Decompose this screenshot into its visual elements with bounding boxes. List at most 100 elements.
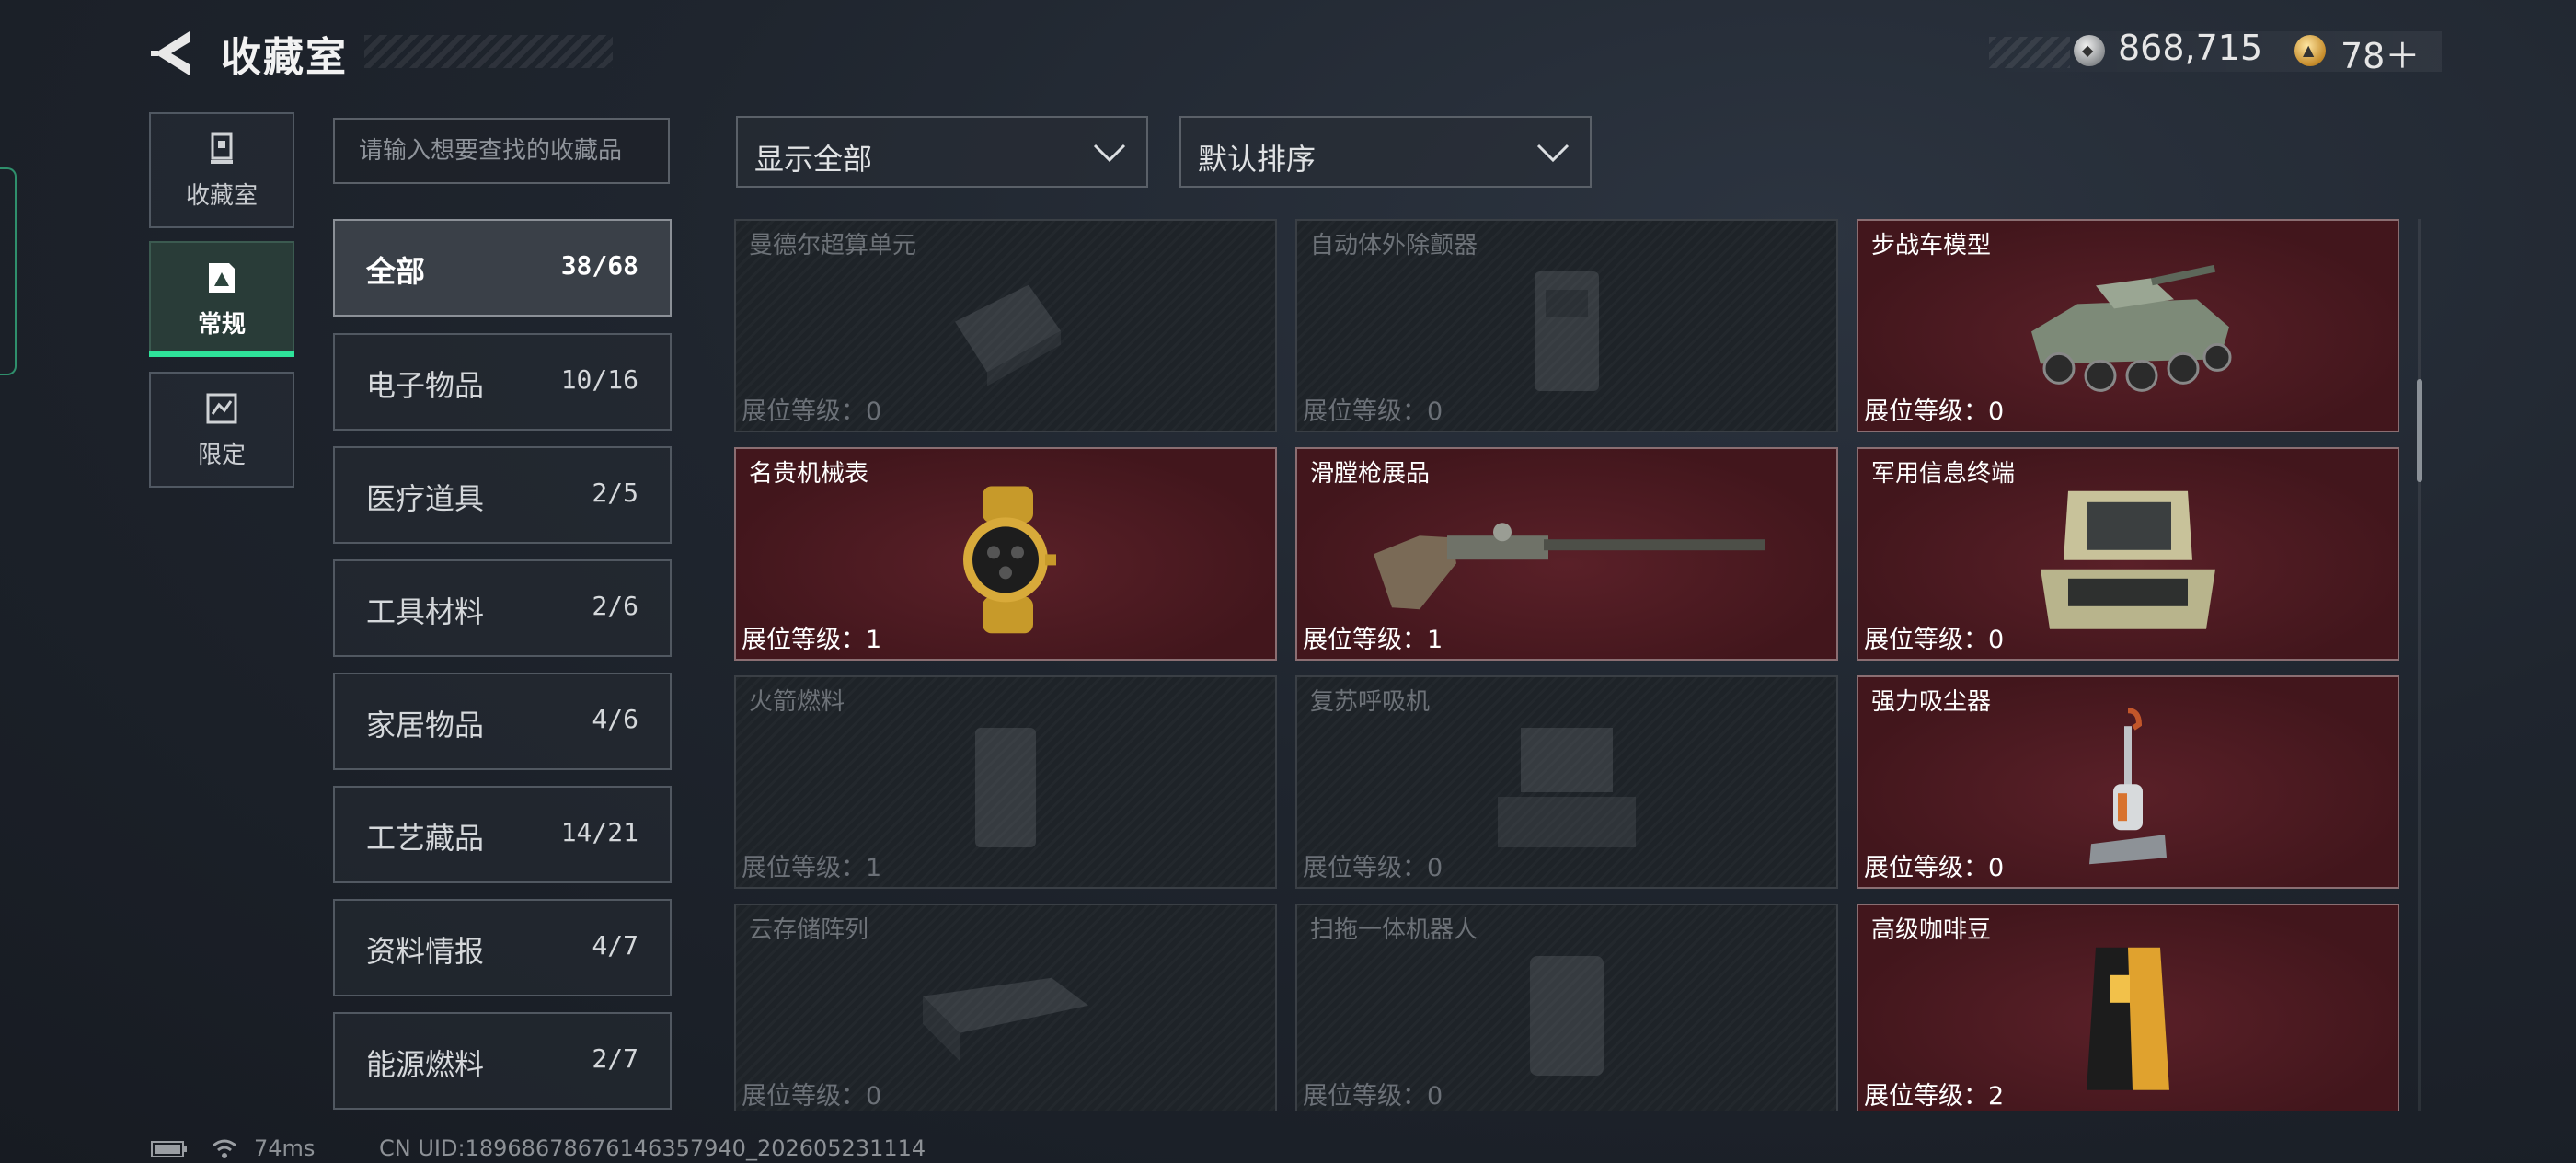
collection-grid: 曼德尔超算单元 展位等级：0 自动体外除颤器 展位等级：0 步战车模型 展位等级… (734, 219, 2409, 1111)
category-name: 医疗道具 (366, 481, 485, 516)
category-fuel[interactable]: 能源燃料 2/7 (333, 1012, 672, 1110)
ifv-model-icon (2031, 264, 2232, 392)
collection-card[interactable]: 滑膛枪展品 展位等级：1 (1295, 447, 1838, 661)
collection-card[interactable]: 军用信息终端 展位等级：0 (1857, 447, 2399, 661)
category-name: 能源燃料 (366, 1047, 485, 1082)
nav-regular[interactable]: 常规 (149, 241, 294, 357)
vacuum-icon (2089, 708, 2167, 865)
limited-icon (206, 393, 237, 424)
category-count: 4/6 (592, 704, 638, 734)
title-decoration (364, 35, 613, 68)
dropdown-value: 显示全部 (754, 142, 873, 177)
ventilator-icon (1498, 728, 1636, 847)
category-name: 工具材料 (366, 594, 485, 629)
item-level: 展位等级：0 (1303, 854, 1443, 882)
category-intel[interactable]: 资料情报 4/7 (333, 899, 672, 996)
item-level: 展位等级：0 (1864, 626, 2005, 654)
sort-dropdown[interactable]: 默认排序 (1179, 116, 1592, 188)
watch-icon (963, 486, 1056, 634)
category-all[interactable]: 全部 38/68 (333, 219, 672, 317)
item-name: 自动体外除颤器 (1310, 232, 1478, 259)
item-name: 高级咖啡豆 (1871, 916, 1992, 944)
back-arrow-icon[interactable] (145, 26, 201, 81)
gold-currency-amount[interactable]: 78＋ (2340, 28, 2420, 78)
category-name: 全部 (366, 254, 426, 289)
item-name: 曼德尔超算单元 (749, 232, 917, 259)
item-level: 展位等级：0 (742, 397, 882, 426)
chevron-down-icon (1093, 144, 1126, 163)
collection-card[interactable]: 扫拖一体机器人 展位等级：0 (1295, 904, 1838, 1111)
wifi-icon (213, 1139, 236, 1158)
item-level: 展位等级：0 (1864, 854, 2005, 882)
item-level: 展位等级：1 (742, 854, 882, 882)
category-name: 家居物品 (366, 708, 485, 743)
collection-card[interactable]: 名贵机械表 展位等级：1 (734, 447, 1277, 661)
nav-limited[interactable]: 限定 (149, 372, 294, 488)
category-count: 2/7 (592, 1043, 638, 1074)
item-level: 展位等级：0 (742, 1082, 882, 1111)
category-count: 4/7 (592, 930, 638, 961)
item-level: 展位等级：1 (742, 626, 882, 654)
category-name: 资料情报 (366, 934, 485, 969)
page-title: 收藏室 (221, 34, 348, 81)
item-name: 名贵机械表 (749, 460, 869, 488)
nav-label: 限定 (197, 442, 246, 469)
user-uid: CN UID:18968678676146357940_202605231114 (379, 1135, 926, 1161)
category-count: 10/16 (560, 364, 638, 395)
collection-card[interactable]: 火箭燃料 展位等级：1 (734, 675, 1277, 889)
category-count: 38/68 (560, 250, 638, 281)
category-count: 2/5 (592, 478, 638, 508)
item-name: 军用信息终端 (1871, 460, 2016, 488)
search-input[interactable] (333, 118, 670, 184)
chevron-down-icon (1536, 144, 1570, 163)
rocket-fuel-icon (975, 728, 1036, 847)
item-level: 展位等级：0 (1303, 397, 1443, 426)
category-medical[interactable]: 医疗道具 2/5 (333, 446, 672, 544)
musket-icon (1374, 523, 1765, 610)
category-name: 工艺藏品 (366, 821, 485, 856)
nav-collection-room[interactable]: 收藏室 (149, 112, 294, 228)
trophy-icon (211, 132, 233, 164)
network-latency: 74ms (254, 1135, 316, 1161)
robot-mop-icon (1530, 956, 1604, 1076)
silver-currency-amount: 868,715 (2118, 28, 2263, 68)
coffee-bag-icon (2087, 947, 2169, 1090)
collection-card[interactable]: 复苏呼吸机 展位等级：0 (1295, 675, 1838, 889)
scrollbar-track[interactable] (2418, 219, 2421, 1111)
collection-card[interactable]: 强力吸尘器 展位等级：0 (1857, 675, 2399, 889)
category-count: 14/21 (560, 817, 638, 847)
category-electronics[interactable]: 电子物品 10/16 (333, 333, 672, 431)
category-crafts[interactable]: 工艺藏品 14/21 (333, 786, 672, 883)
display-filter-dropdown[interactable]: 显示全部 (736, 116, 1148, 188)
item-level: 展位等级：1 (1303, 626, 1443, 654)
item-name: 强力吸尘器 (1871, 688, 1992, 716)
active-indicator (149, 351, 294, 357)
battery-icon (151, 1141, 187, 1157)
dropdown-value: 默认排序 (1198, 142, 1317, 177)
collection-card[interactable]: 曼德尔超算单元 展位等级：0 (734, 219, 1277, 432)
item-name: 步战车模型 (1871, 232, 1992, 259)
item-name: 扫拖一体机器人 (1310, 916, 1478, 944)
collection-card[interactable]: 云存储阵列 展位等级：0 (734, 904, 1277, 1111)
category-household[interactable]: 家居物品 4/6 (333, 673, 672, 770)
item-name: 复苏呼吸机 (1310, 688, 1431, 716)
item-level: 展位等级：0 (1864, 397, 2005, 426)
nav-label: 收藏室 (185, 182, 258, 210)
item-name: 火箭燃料 (749, 688, 845, 716)
category-tools[interactable]: 工具材料 2/6 (333, 559, 672, 657)
category-count: 2/6 (592, 591, 638, 621)
item-name: 滑膛枪展品 (1310, 460, 1431, 488)
side-drawer-handle[interactable] (0, 167, 17, 375)
regular-icon (209, 263, 235, 293)
nav-label: 常规 (197, 311, 246, 339)
collection-card[interactable]: 步战车模型 展位等级：0 (1857, 219, 2399, 432)
supercomputer-icon (955, 284, 1061, 386)
scrollbar-thumb[interactable] (2417, 379, 2422, 482)
storage-array-icon (923, 977, 1088, 1061)
silver-coin-icon: ◆ (2074, 35, 2105, 66)
collection-card[interactable]: 自动体外除颤器 展位等级：0 (1295, 219, 1838, 432)
currency-decoration (1989, 37, 2070, 68)
category-name: 电子物品 (366, 368, 485, 403)
collection-card[interactable]: 高级咖啡豆 展位等级：2 (1857, 904, 2399, 1111)
item-level: 展位等级：0 (1303, 1082, 1443, 1111)
